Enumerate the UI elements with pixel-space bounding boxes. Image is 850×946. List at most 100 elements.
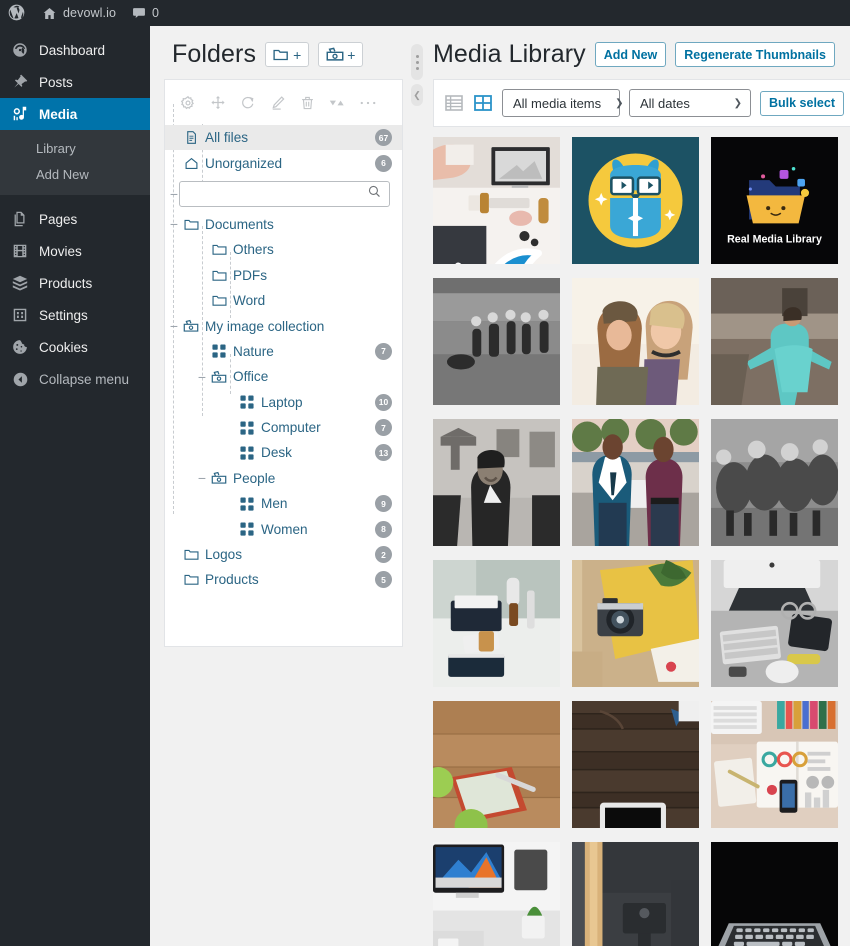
media-thumbnail[interactable] [572, 419, 699, 546]
folder-tree-item[interactable]: PDFs [165, 263, 402, 288]
tree-collapse-toggle[interactable]: − [167, 217, 181, 231]
folder-tree-item[interactable]: All files 67 [165, 125, 402, 151]
wordpress-logo-menu[interactable] [0, 0, 34, 26]
ellipsis-icon[interactable] [359, 94, 376, 111]
sidebar-item-settings[interactable]: Settings [0, 299, 150, 331]
folder-tree-item-label: Documents [205, 216, 274, 232]
media-thumbnail[interactable] [433, 560, 560, 687]
folder-plus-icon [273, 48, 290, 62]
sidebar-item-label: Pages [39, 211, 78, 227]
admin-sidebar-menu: Dashboard Posts Media Library Add New Pa… [0, 26, 158, 946]
folder-tree-item[interactable]: Nature 7 [165, 339, 402, 364]
folder-item-count: 5 [375, 571, 392, 589]
collapse-menu-button[interactable]: Collapse menu [0, 363, 150, 395]
folder-tree-item[interactable]: Women 8 [165, 516, 402, 541]
comments-menu[interactable]: 0 [124, 0, 167, 26]
media-thumbnail[interactable] [572, 137, 699, 264]
folder-tree-item-label: Desk [261, 445, 292, 461]
folder-tree-item[interactable]: Computer 7 [165, 415, 402, 440]
list-view-icon[interactable] [444, 92, 464, 114]
grid-view-icon[interactable] [473, 92, 493, 114]
folder-tree-item[interactable]: Desk 13 [165, 440, 402, 465]
drag-dots-icon[interactable] [411, 44, 423, 80]
folder-tree-item[interactable]: Laptop 10 [165, 390, 402, 415]
media-thumbnail[interactable] [433, 701, 560, 828]
new-gallery-button[interactable]: + [318, 42, 364, 67]
folder-item-count: 7 [375, 419, 392, 437]
submenu-item-library[interactable]: Library [0, 136, 150, 162]
chevron-left-icon[interactable]: ❮ [411, 84, 423, 106]
folder-tree-item-label: All files [205, 130, 249, 146]
sidebar-item-cookies[interactable]: Cookies [0, 331, 150, 363]
media-thumbnail[interactable] [433, 842, 560, 946]
sidebar-item-pages[interactable]: Pages [0, 203, 150, 235]
tree-collapse-toggle[interactable]: − [167, 319, 181, 333]
media-thumbnail[interactable] [711, 278, 838, 405]
submenu-item-add-new[interactable]: Add New [0, 162, 150, 188]
trash-icon[interactable] [299, 94, 316, 111]
media-thumbnail[interactable] [572, 560, 699, 687]
move-icon[interactable] [209, 94, 226, 111]
media-thumbnail[interactable] [711, 560, 838, 687]
media-thumbnail[interactable] [711, 842, 838, 946]
tree-collapse-toggle[interactable]: − [167, 186, 181, 202]
folder-tree-item-label: Products [205, 572, 259, 588]
sidebar-item-label: Posts [39, 74, 73, 90]
sidebar-item-products[interactable]: Products [0, 267, 150, 299]
folder-icon [183, 547, 199, 563]
sidebar-item-posts[interactable]: Posts [0, 66, 150, 98]
media-thumbnail[interactable] [433, 278, 560, 405]
folder-tree-item[interactable]: Men 9 [165, 491, 402, 516]
sort-icon[interactable] [329, 94, 346, 111]
pencil-icon[interactable] [269, 94, 286, 111]
home-icon [42, 6, 57, 21]
folder-tree-item[interactable]: Others [165, 237, 402, 262]
search-input[interactable] [188, 182, 367, 205]
folder-tree-item[interactable]: Logos 2 [165, 542, 402, 567]
folders-toolbar-card [164, 79, 403, 125]
file-icon [183, 130, 199, 146]
gear-icon[interactable] [179, 94, 196, 111]
folder-tree-item[interactable]: − Office [165, 364, 402, 389]
date-filter[interactable]: All dates ❯ [629, 89, 751, 117]
add-new-button[interactable]: Add New [594, 42, 667, 67]
folder-tree-item[interactable]: − People [165, 466, 402, 491]
sidebar-item-movies[interactable]: Movies [0, 235, 150, 267]
folder-tree-item-label: Others [233, 242, 274, 258]
media-thumbnail[interactable] [711, 701, 838, 828]
tree-collapse-toggle[interactable]: − [195, 370, 209, 384]
regenerate-thumbnails-button[interactable]: Regenerate Thumbnails [675, 42, 835, 67]
media-type-filter[interactable]: All media items ❯ [502, 89, 624, 117]
folder-tree-item[interactable]: − My image collection [165, 313, 402, 338]
tree-collapse-toggle[interactable]: − [195, 471, 209, 485]
media-thumbnail[interactable] [711, 419, 838, 546]
site-name-menu[interactable]: devowl.io [34, 0, 124, 26]
media-thumbnail[interactable] [572, 701, 699, 828]
media-thumbnail[interactable] [433, 137, 560, 264]
comment-bubble-icon [132, 6, 146, 20]
folder-item-count: 6 [375, 154, 392, 172]
panel-resizer[interactable]: ❮ [409, 26, 425, 946]
folder-tree-item[interactable]: Unorganized 6 [165, 150, 402, 175]
folder-tree-item-label: Logos [205, 547, 243, 563]
folder-icon [183, 572, 199, 588]
new-folder-button[interactable]: + [265, 42, 310, 67]
media-thumbnail[interactable] [572, 278, 699, 405]
sidebar-item-dashboard[interactable]: Dashboard [0, 34, 150, 66]
sidebar-item-label: Movies [39, 243, 82, 259]
refresh-icon[interactable] [239, 94, 256, 111]
folder-icon [211, 293, 227, 309]
sidebar-item-media[interactable]: Media [0, 98, 158, 130]
folder-search-box[interactable] [179, 180, 390, 207]
folder-tree-item[interactable]: − Documents [165, 212, 402, 237]
media-thumbnail[interactable] [572, 842, 699, 946]
folder-tree-item-label: Nature [233, 343, 274, 359]
folder-tree-item[interactable]: Word [165, 288, 402, 313]
grid4-icon [239, 521, 255, 537]
folder-tree-item[interactable]: Products 5 [165, 567, 402, 592]
wordpress-icon [8, 4, 26, 22]
media-thumbnail[interactable]: Real Media Library [711, 137, 838, 264]
media-thumbnail[interactable] [433, 419, 560, 546]
folders-toolbar [179, 94, 388, 111]
bulk-select-button[interactable]: Bulk select [760, 90, 845, 116]
